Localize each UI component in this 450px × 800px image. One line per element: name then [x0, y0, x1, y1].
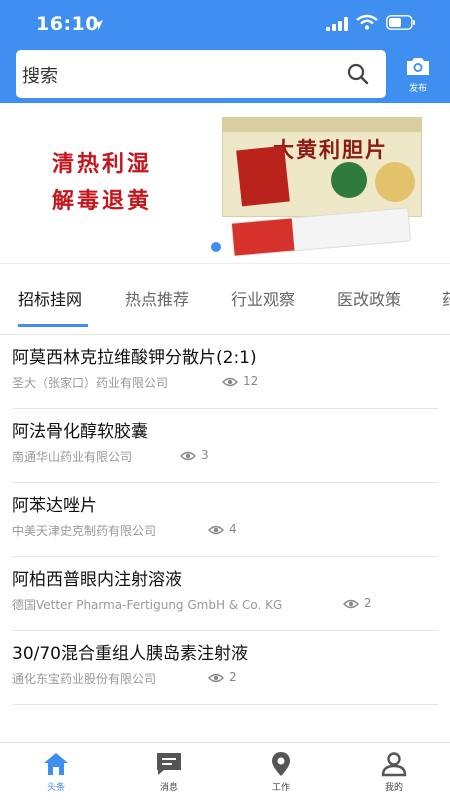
active-tab-indicator: [18, 324, 88, 327]
tab-more[interactable]: 药: [442, 286, 450, 310]
status-bar: 16:10: [0, 0, 450, 48]
home-icon: [26, 751, 86, 777]
eye-icon: [343, 599, 359, 608]
cellular-signal-icon: [326, 16, 348, 35]
banner-slogan-2: 解毒退黄: [52, 189, 153, 214]
item-view-count: 2: [229, 670, 237, 684]
eye-icon: [208, 673, 224, 682]
tab-policy[interactable]: 医改政策: [337, 286, 401, 310]
nav-profile-label: 我的: [384, 783, 403, 793]
item-views: 12: [222, 374, 258, 388]
item-title: 阿苯达唑片: [12, 496, 97, 516]
item-view-count: 4: [229, 522, 237, 536]
item-views: 2: [208, 670, 237, 684]
nav-messages[interactable]: 消息: [139, 751, 199, 793]
list-item[interactable]: 阿莫西林克拉维酸钾分散片(2:1) 圣大（张家口）药业有限公司 12: [12, 335, 438, 409]
eye-icon: [208, 525, 224, 534]
nav-headlines[interactable]: 头条: [26, 751, 86, 793]
bottom-navigation: 头条 消息 工作 我的: [0, 742, 450, 800]
item-view-count: 12: [243, 374, 259, 388]
item-views: 3: [180, 448, 209, 462]
nav-work[interactable]: 工作: [251, 751, 311, 793]
banner-slogan-1: 清热利湿: [52, 152, 153, 177]
item-company: 德国Vetter Pharma-Fertigung GmbH & Co. KG: [12, 598, 283, 612]
publish-button[interactable]: 发布: [398, 56, 438, 96]
publish-label: 发布: [408, 84, 427, 94]
location-arrow-icon: [92, 16, 104, 35]
tab-hot[interactable]: 热点推荐: [125, 286, 189, 310]
search-input[interactable]: 搜索: [16, 50, 386, 98]
nav-messages-label: 消息: [159, 783, 178, 793]
list-item[interactable]: 阿法骨化醇软胶囊 南通华山药业有限公司 3: [12, 409, 438, 483]
item-title: 阿法骨化醇软胶囊: [12, 422, 148, 442]
tab-bidding[interactable]: 招标挂网: [18, 286, 82, 310]
user-icon: [364, 751, 424, 777]
item-view-count: 2: [364, 596, 372, 610]
tab-industry[interactable]: 行业观察: [231, 286, 295, 310]
list-item[interactable]: 阿柏西普眼内注射溶液 德国Vetter Pharma-Fertigung Gmb…: [12, 557, 438, 631]
item-company: 通化东宝药业股份有限公司: [12, 672, 157, 686]
nav-work-label: 工作: [271, 783, 290, 793]
battery-icon: [386, 15, 416, 34]
status-time: 16:10: [36, 13, 99, 35]
product-name: 大黄利胆片: [273, 138, 388, 162]
item-view-count: 3: [201, 448, 209, 462]
promo-banner[interactable]: 清热利湿 解毒退黄 大黄利胆片: [0, 103, 450, 263]
item-views: 4: [208, 522, 237, 536]
app-header: 16:10 搜索 发布: [0, 0, 450, 103]
item-company: 南通华山药业有限公司: [12, 450, 133, 464]
product-box-image: 大黄利胆片: [222, 117, 422, 217]
list-item[interactable]: 30/70混合重组人胰岛素注射液 通化东宝药业股份有限公司 2: [12, 631, 438, 705]
location-pin-icon: [251, 751, 311, 777]
item-title: 阿莫西林克拉维酸钾分散片(2:1): [12, 348, 257, 368]
item-company: 中美天津史克制药有限公司: [12, 524, 157, 538]
nav-headlines-label: 头条: [46, 783, 65, 793]
item-company: 圣大（张家口）药业有限公司: [12, 376, 169, 390]
carousel-indicator-dot[interactable]: [211, 242, 221, 252]
nav-profile[interactable]: 我的: [364, 751, 424, 793]
item-title: 阿柏西普眼内注射溶液: [12, 570, 182, 590]
item-views: 2: [343, 596, 372, 610]
wifi-icon: [356, 14, 378, 34]
search-icon[interactable]: [346, 62, 370, 90]
camera-icon: [398, 56, 438, 80]
item-title: 30/70混合重组人胰岛素注射液: [12, 644, 248, 664]
search-placeholder: 搜索: [22, 66, 58, 87]
eye-icon: [222, 377, 238, 386]
eye-icon: [180, 451, 196, 460]
category-tabs: 招标挂网 热点推荐 行业观察 医改政策 药: [0, 263, 450, 335]
list-item[interactable]: 阿苯达唑片 中美天津史克制药有限公司 4: [12, 483, 438, 557]
message-icon: [139, 751, 199, 777]
